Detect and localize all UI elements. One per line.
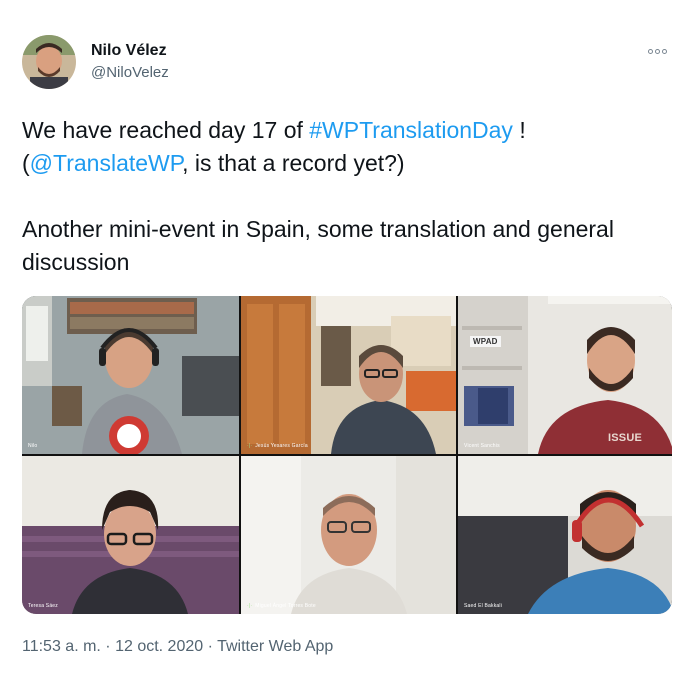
participant-video bbox=[241, 296, 456, 454]
participant-video bbox=[458, 456, 672, 614]
participant-name: Teresa Sáez bbox=[28, 603, 58, 609]
tweet-paragraph-2: Another mini-event in Spain, some transl… bbox=[22, 216, 614, 275]
video-tile-3: WPAD ISSUE Vicent Sanchis bbox=[458, 296, 672, 454]
video-tile-4: Teresa Sáez bbox=[22, 456, 239, 614]
hashtag-link[interactable]: #WPTranslationDay bbox=[309, 117, 513, 143]
tweet-text: We have reached day 17 of #WPTranslation… bbox=[22, 114, 672, 279]
mic-active-icon: ·|· bbox=[247, 603, 253, 609]
participant-name: ·|· Miguel Ángel Torres Bote bbox=[247, 603, 316, 609]
attached-photo[interactable]: Nilo ·|· Jesús Yesares García WPAD ISSUE… bbox=[22, 296, 672, 614]
tweet-text-segment: , is that a record yet?) bbox=[182, 150, 405, 176]
video-tile-5: ·|· Miguel Ángel Torres Bote bbox=[241, 456, 456, 614]
tweet-meta: 11:53 a. m. · 12 oct. 2020 · Twitter Web… bbox=[22, 638, 333, 656]
meta-separator: · bbox=[100, 638, 116, 655]
author-name[interactable]: Nilo Vélez bbox=[91, 42, 167, 60]
participant-name-text: Miguel Ángel Torres Bote bbox=[255, 603, 316, 609]
participant-video bbox=[458, 296, 672, 454]
tweet-card: Nilo Vélez @NiloVelez We have reached da… bbox=[0, 0, 700, 700]
source-link[interactable]: Twitter Web App bbox=[217, 638, 333, 655]
participant-video bbox=[22, 456, 239, 614]
participant-name: Saed El Bakkali bbox=[464, 603, 503, 609]
video-tile-2: ·|· Jesús Yesares García bbox=[241, 296, 456, 454]
shirt-text: ISSUE bbox=[608, 432, 643, 444]
tweet-line-1: We have reached day 17 of #WPTranslation… bbox=[22, 114, 672, 147]
tweet-text-segment: ! bbox=[512, 117, 526, 143]
shelf-sign: WPAD bbox=[470, 336, 501, 347]
tweet-line-2: (@TranslateWP, is that a record yet?) bbox=[22, 147, 672, 180]
dot-icon bbox=[662, 48, 667, 54]
mic-active-icon: ·|· bbox=[247, 443, 253, 449]
participant-name: Vicent Sanchis bbox=[464, 443, 500, 449]
tweet-text-segment: We have reached day 17 of bbox=[22, 117, 310, 143]
participant-name: Nilo bbox=[28, 443, 38, 449]
author-handle[interactable]: @NiloVelez bbox=[91, 64, 169, 81]
participant-video bbox=[241, 456, 456, 614]
mention-link[interactable]: @TranslateWP bbox=[30, 150, 182, 176]
participant-name-text: Jesús Yesares García bbox=[255, 443, 308, 449]
video-tile-1: Nilo bbox=[22, 296, 239, 454]
participant-name: ·|· Jesús Yesares García bbox=[247, 443, 308, 449]
dot-icon bbox=[648, 48, 653, 54]
timestamp-link[interactable]: 11:53 a. m. bbox=[22, 638, 101, 655]
participant-video bbox=[22, 296, 239, 454]
avatar[interactable] bbox=[22, 35, 76, 89]
date-link[interactable]: 12 oct. 2020 bbox=[115, 638, 203, 655]
meta-separator: · bbox=[203, 638, 218, 655]
video-tile-6: Saed El Bakkali bbox=[458, 456, 672, 614]
tweet-text-segment: ( bbox=[22, 150, 30, 176]
dot-icon bbox=[655, 48, 660, 54]
more-options-icon[interactable] bbox=[648, 46, 670, 56]
